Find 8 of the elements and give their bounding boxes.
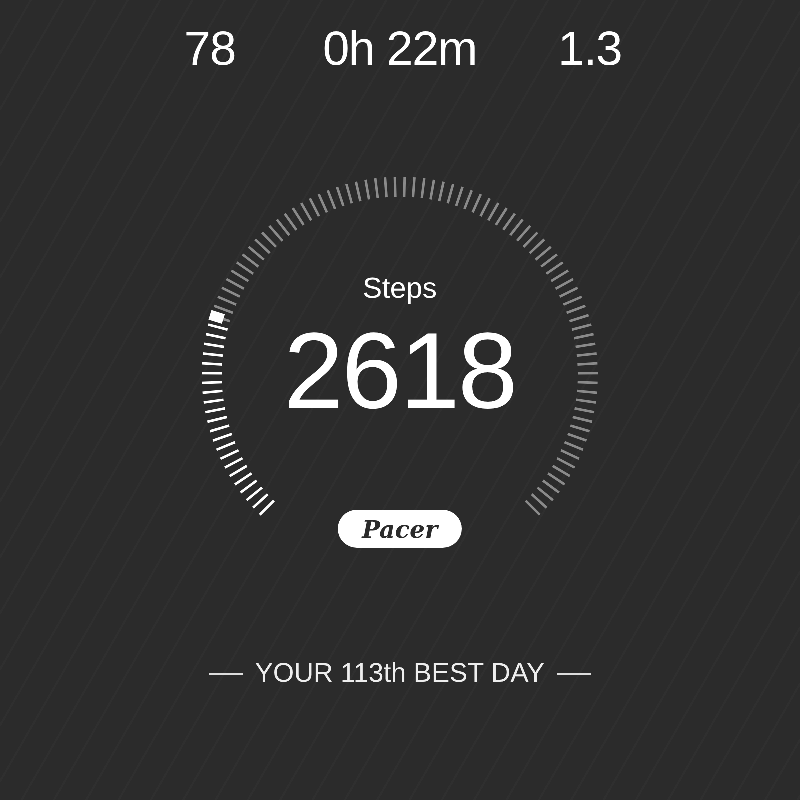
best-day-text: YOUR 113th BEST DAY — [255, 658, 545, 689]
stat-value: 1.3 — [557, 22, 623, 78]
brand-logo: Pacer — [338, 510, 462, 548]
stat-value: 0h 22m — [322, 22, 478, 78]
gauge-marker — [208, 310, 226, 324]
stat-value: 78 — [183, 22, 237, 78]
steps-count: 2618 — [284, 316, 516, 426]
steps-label: Steps — [362, 273, 438, 306]
